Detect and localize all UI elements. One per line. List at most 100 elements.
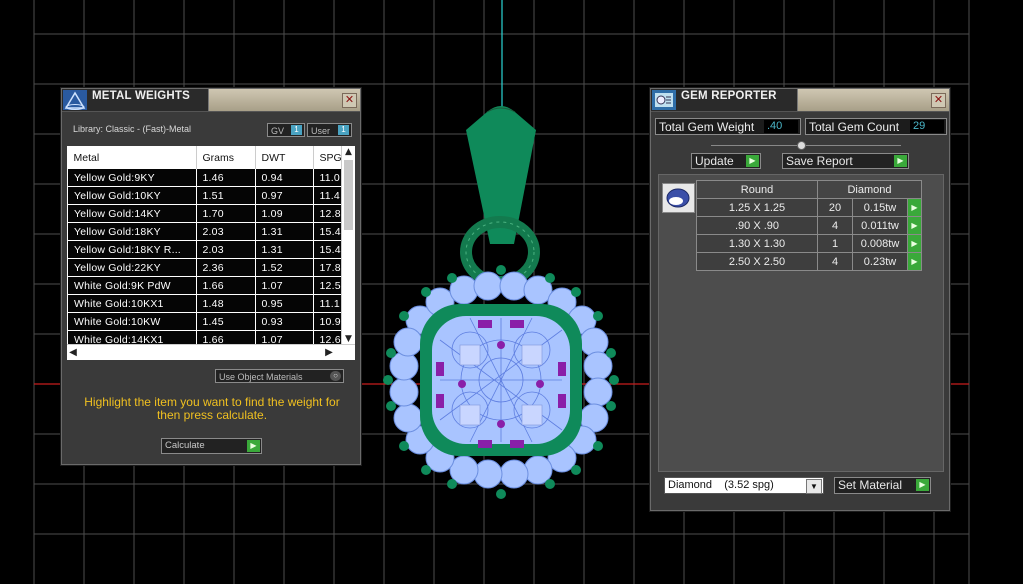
column-header-material: Diamond [817, 180, 922, 199]
gem-reporter-titlebar[interactable]: GEM REPORTER ✕ [651, 89, 949, 112]
play-arrow-icon: ▶ [916, 479, 929, 491]
library-label: Library: Classic - (Fast)-Metal [73, 124, 192, 134]
gem-row[interactable]: .90 X .90 4 0.011tw ▶ [696, 216, 922, 235]
metal-cell: 1.09 [254, 204, 314, 223]
gem-size-cell: 2.50 X 2.50 [696, 252, 818, 271]
select-gem-arrow-icon[interactable]: ▶ [907, 216, 922, 235]
set-material-button[interactable]: Set Material ▶ [834, 477, 931, 494]
gem-row[interactable]: 1.25 X 1.25 20 0.15tw ▶ [696, 198, 922, 217]
metal-cell: White Gold:10KX1 [67, 294, 197, 313]
use-object-materials-button[interactable]: Use Object Materials ○ [215, 369, 344, 383]
metal-row[interactable]: Yellow Gold:9KY 1.46 0.94 11.0 [67, 169, 351, 187]
gem-size-cell: 1.30 X 1.30 [696, 234, 818, 253]
gv-label: GV [271, 126, 285, 136]
metal-list-horizontal-scrollbar[interactable]: ◀ ▶ [67, 344, 355, 360]
user-toggle-button[interactable]: User 1 [307, 123, 352, 137]
metal-cell: 1.66 [195, 276, 256, 295]
round-gem-icon[interactable] [662, 183, 695, 213]
metal-cell: 1.07 [254, 276, 314, 295]
metal-row[interactable]: Yellow Gold:10KY 1.51 0.97 11.4 [67, 186, 351, 205]
panel-title: METAL WEIGHTS [92, 90, 191, 102]
total-gem-weight-value: .40 [764, 120, 798, 133]
gem-reporter-logo-icon [652, 90, 676, 110]
close-button[interactable]: ✕ [342, 93, 357, 108]
gem-list-area: Round Diamond 1.25 X 1.25 20 0.15tw ▶ .90 X … [658, 174, 944, 472]
metal-cell: 1.31 [254, 240, 314, 259]
total-gem-count-value: 29 [910, 120, 944, 133]
metal-cell: Yellow Gold:18KY R... [67, 240, 197, 259]
metal-cell: 0.93 [254, 312, 314, 331]
column-header-shape: Round [696, 180, 818, 199]
material-select-value: Diamond (3.52 spg) [668, 479, 774, 491]
scrollbar-thumb[interactable] [344, 160, 353, 230]
scroll-right-arrow-icon[interactable]: ▶ [323, 345, 335, 360]
gem-weight-cell: 0.15tw [852, 198, 908, 217]
total-gem-weight-field: Total Gem Weight .40 [655, 118, 801, 135]
metal-cell: Yellow Gold:18KY [67, 222, 197, 241]
gv-toggle-indicator: 1 [291, 125, 302, 135]
metal-weights-logo-icon [63, 90, 87, 110]
scroll-up-arrow-icon[interactable]: ▲ [342, 146, 355, 158]
save-report-label: Save Report [786, 154, 853, 168]
gem-reporter-panel: GEM REPORTER ✕ Total Gem Weight .40 Tota… [650, 88, 950, 511]
metal-list-vertical-scrollbar[interactable]: ▲ ▼ [341, 146, 355, 345]
column-header-metal[interactable]: Metal [67, 146, 197, 169]
metal-cell: White Gold:10KW [67, 312, 197, 331]
metal-row[interactable]: White Gold:10KW 1.45 0.93 10.9 [67, 312, 351, 331]
panel-split-slider[interactable] [711, 141, 901, 150]
metal-row[interactable]: White Gold:9K PdW 1.66 1.07 12.5 [67, 276, 351, 295]
3d-viewport[interactable]: METAL WEIGHTS ✕ Library: Classic - (Fast… [0, 0, 1023, 584]
use-object-materials-label: Use Object Materials [219, 372, 303, 382]
chevron-down-icon[interactable]: ▼ [806, 479, 822, 494]
total-gem-count-label: Total Gem Count [809, 120, 900, 134]
calculate-button[interactable]: Calculate ▶ [161, 438, 262, 454]
gem-report-table[interactable]: Round Diamond 1.25 X 1.25 20 0.15tw ▶ .90 X … [696, 180, 922, 271]
gv-toggle-button[interactable]: GV 1 [267, 123, 305, 137]
metal-cell: 1.31 [254, 222, 314, 241]
play-arrow-icon: ▶ [247, 440, 260, 452]
material-select[interactable]: Diamond (3.52 spg) ▼ [664, 477, 824, 494]
metal-row[interactable]: White Gold:10KX1 1.48 0.95 11.1 [67, 294, 351, 313]
gem-size-cell: .90 X .90 [696, 216, 818, 235]
column-header-grams[interactable]: Grams [196, 146, 256, 169]
metal-cell: 1.45 [195, 312, 256, 331]
update-button[interactable]: Update ▶ [691, 153, 761, 169]
gem-count-cell: 20 [817, 198, 853, 217]
scroll-left-arrow-icon[interactable]: ◀ [67, 345, 79, 360]
radio-dot-icon: ○ [330, 371, 341, 381]
metal-cell: 1.70 [195, 204, 256, 223]
metal-weights-panel: METAL WEIGHTS ✕ Library: Classic - (Fast… [61, 88, 361, 465]
gem-count-cell: 4 [817, 216, 853, 235]
play-arrow-icon: ▶ [894, 155, 907, 167]
metal-row[interactable]: Yellow Gold:14KY 1.70 1.09 12.8 [67, 204, 351, 223]
metal-row[interactable]: Yellow Gold:18KY R... 2.03 1.31 15.4 [67, 240, 351, 259]
select-gem-arrow-icon[interactable]: ▶ [907, 198, 922, 217]
close-button[interactable]: ✕ [931, 93, 946, 108]
metal-cell: 1.51 [195, 186, 256, 205]
metal-cell: White Gold:9K PdW [67, 276, 197, 295]
panel-title: GEM REPORTER [681, 90, 777, 102]
select-gem-arrow-icon[interactable]: ▶ [907, 234, 922, 253]
gem-row[interactable]: 2.50 X 2.50 4 0.23tw ▶ [696, 252, 922, 271]
metal-cell: Yellow Gold:10KY [67, 186, 197, 205]
metal-cell: 2.36 [195, 258, 256, 277]
save-report-button[interactable]: Save Report ▶ [782, 153, 909, 169]
gem-weight-cell: 0.011tw [852, 216, 908, 235]
user-toggle-indicator: 1 [338, 125, 349, 135]
slider-knob[interactable] [797, 141, 806, 150]
set-material-label: Set Material [838, 478, 903, 492]
metal-row[interactable]: Yellow Gold:22KY 2.36 1.52 17.8 [67, 258, 351, 277]
user-label: User [311, 126, 331, 136]
gem-count-cell: 1 [817, 234, 853, 253]
gem-row[interactable]: 1.30 X 1.30 1 0.008tw ▶ [696, 234, 922, 253]
gem-weight-cell: 0.23tw [852, 252, 908, 271]
column-header-dwt[interactable]: DWT [255, 146, 314, 169]
total-gem-weight-label: Total Gem Weight [659, 120, 755, 134]
total-gem-count-field: Total Gem Count 29 [805, 118, 947, 135]
select-gem-arrow-icon[interactable]: ▶ [907, 252, 922, 271]
calculate-label: Calculate [165, 440, 205, 451]
metal-list-table[interactable]: Metal Grams DWT SPG Yellow Gold:9KY 1.46 0… [67, 146, 355, 360]
metal-weights-titlebar[interactable]: METAL WEIGHTS ✕ [62, 89, 360, 112]
metal-row[interactable]: Yellow Gold:18KY 2.03 1.31 15.4 [67, 222, 351, 241]
metal-cell: 0.97 [254, 186, 314, 205]
